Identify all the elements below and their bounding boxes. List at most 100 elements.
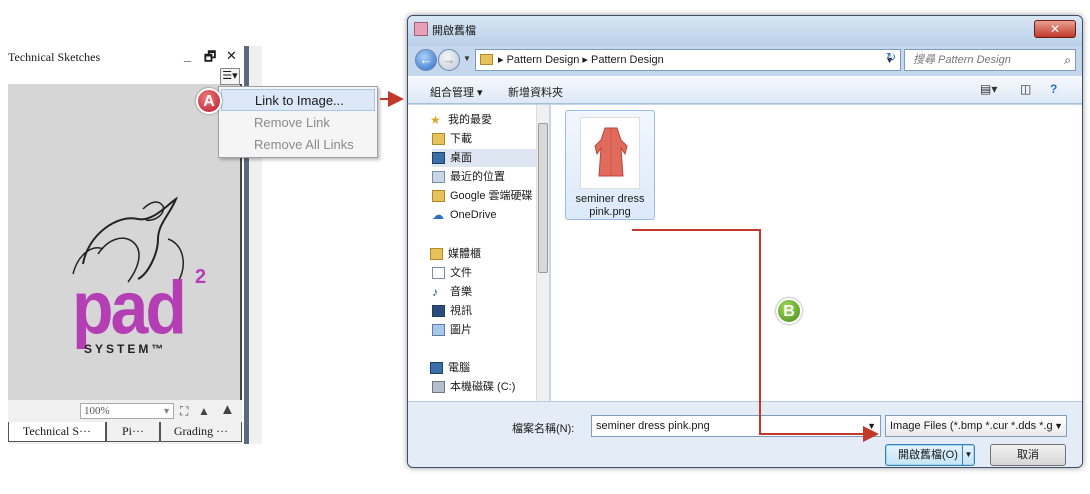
tab-technical-sketches[interactable]: Technical S··· [8, 422, 106, 442]
logo-superscript: 2 [195, 266, 207, 288]
open-button[interactable]: 開啟舊檔(O) ▼ [885, 444, 975, 466]
menu-item-remove-link: Remove Link [254, 115, 330, 130]
dialog-titlebar[interactable]: 開啟舊檔 ✕ [408, 16, 1082, 46]
nav-label: 視訊 [450, 305, 472, 317]
desktop-icon [432, 152, 445, 164]
dress-thumbnail-icon [580, 117, 640, 189]
zoom-combo[interactable]: 100% ▼ [80, 403, 174, 419]
nav-label: 最近的位置 [450, 171, 505, 183]
address-row: ← → ▼ ▸ Pattern Design ▸ Pattern Design … [408, 46, 1082, 74]
nav-local-disk[interactable]: 本機磁碟 (C:) [432, 378, 515, 396]
filename-label: 檔案名稱(N): [512, 423, 575, 435]
menu-item-link-to-image[interactable]: Link to Image... [221, 89, 375, 111]
breadcrumb-item[interactable]: Pattern Design [591, 54, 664, 66]
search-input[interactable]: 搜尋 Pattern Design ⌕ [904, 49, 1076, 71]
tab-grading[interactable]: Grading ··· [160, 422, 242, 442]
chevron-down-icon[interactable]: ▼ [162, 404, 171, 418]
nav-favorites[interactable]: ★ 我的最愛 [430, 111, 492, 129]
nav-onedrive[interactable]: ☁ OneDrive [432, 206, 496, 224]
zoom-in-icon[interactable]: ▲ [220, 401, 235, 418]
nav-label: 文件 [450, 267, 472, 279]
chevron-down-icon[interactable]: ▼ [1052, 416, 1063, 436]
hard-drive-icon [432, 381, 445, 393]
nav-downloads[interactable]: 下載 [432, 130, 472, 148]
cloud-icon: ☁ [432, 208, 444, 222]
file-type-value: Image Files (*.bmp *.cur *.dds *.g [890, 420, 1053, 432]
nav-label: Google 雲端硬碟 [450, 190, 533, 202]
dialog-toolbar: 組合管理 ▾ 新增資料夾 ▤▾ ◫ ? [408, 76, 1082, 104]
document-icon [432, 267, 445, 279]
libraries-icon [430, 248, 443, 260]
sketch-canvas[interactable]: pad 2 SYSTEM™ [8, 84, 242, 444]
filename-value: seminer dress pink.png [596, 420, 710, 432]
help-icon[interactable]: ? [1050, 82, 1057, 96]
nav-pictures[interactable]: 圖片 [432, 321, 472, 339]
nav-desktop[interactable]: 桌面 [432, 149, 536, 167]
nav-label: 本機磁碟 (C:) [450, 381, 516, 393]
chevron-down-icon[interactable]: ▼ [867, 416, 876, 436]
cancel-button[interactable]: 取消 [990, 444, 1066, 466]
file-list[interactable]: seminer dress pink.png [551, 105, 1082, 401]
chevron-down-icon[interactable]: ▼ [962, 445, 974, 465]
music-icon: ♪ [432, 285, 438, 299]
preview-pane-icon[interactable]: ◫ [1020, 82, 1031, 96]
nav-google-drive[interactable]: Google 雲端硬碟 [432, 187, 533, 205]
recent-places-icon [432, 171, 445, 183]
breadcrumb-item[interactable]: Pattern Design [507, 54, 580, 66]
view-options-icon[interactable]: ▤▾ [980, 82, 997, 96]
nav-scrollbar[interactable] [536, 105, 549, 401]
file-name-label: seminer dress pink.png [566, 193, 654, 219]
file-name-line: seminer dress [575, 193, 645, 205]
logo-system-text: SYSTEM™ [84, 342, 167, 356]
forward-arrow-icon[interactable]: → [438, 49, 460, 71]
zoom-out-icon[interactable]: ▲ [198, 404, 210, 418]
nav-label: 圖片 [450, 324, 472, 336]
address-bar[interactable]: ▸ Pattern Design ▸ Pattern Design ▼ [475, 49, 901, 71]
pad-system-logo: pad 2 SYSTEM™ [58, 194, 208, 364]
nav-computer[interactable]: 電腦 [430, 359, 470, 377]
nav-label: 音樂 [450, 286, 472, 298]
file-type-select[interactable]: Image Files (*.bmp *.cur *.dds *.g ▼ [885, 415, 1067, 437]
dress-icon [594, 127, 628, 177]
close-button[interactable]: ✕ [226, 48, 237, 64]
scrollbar-thumb[interactable] [538, 123, 548, 273]
breadcrumb-separator-icon: ▸ [582, 54, 591, 66]
minimize-button[interactable]: _ [184, 48, 191, 63]
search-icon[interactable]: ⌕ [1064, 50, 1071, 70]
refresh-icon[interactable]: ↻ [882, 50, 900, 68]
computer-icon [430, 362, 443, 374]
recent-locations-chevron-icon[interactable]: ▼ [463, 54, 471, 63]
nav-music[interactable]: ♪ 音樂 [432, 283, 472, 301]
step-badge-a: A [196, 88, 222, 114]
nav-recent-places[interactable]: 最近的位置 [432, 168, 505, 186]
restore-button[interactable]: 🗗 [204, 48, 216, 70]
navigation-pane: ★ 我的最愛 下載 桌面 最近的位置 Google 雲端硬碟 ☁ OneDriv… [408, 105, 550, 401]
dialog-footer: 檔案名稱(N): seminer dress pink.png ▼ Image … [408, 401, 1082, 467]
nav-videos[interactable]: 視訊 [432, 302, 472, 320]
logo-pad-text: pad [72, 266, 187, 350]
dialog-close-button[interactable]: ✕ [1034, 20, 1076, 38]
nav-label: 電腦 [448, 362, 470, 374]
new-folder-button[interactable]: 新增資料夾 [508, 84, 563, 100]
fit-to-window-icon[interactable]: ⛶ [180, 404, 188, 419]
organize-button[interactable]: 組合管理 ▾ [430, 84, 483, 100]
google-drive-folder-icon [432, 190, 445, 202]
zoom-bar: 100% ▼ ⛶ ▲ ▲ [8, 400, 242, 422]
folder-icon [480, 54, 493, 65]
nav-label: 媒體櫃 [448, 248, 481, 260]
sketch-menu-button[interactable]: ☰▾ [220, 68, 240, 85]
nav-label: 下載 [450, 133, 472, 145]
nav-libraries[interactable]: 媒體櫃 [430, 245, 481, 263]
app-icon [414, 22, 428, 36]
open-file-dialog: 開啟舊檔 ✕ ← → ▼ ▸ Pattern Design ▸ Pattern … [407, 15, 1083, 468]
tab-pieces[interactable]: Pi··· [106, 422, 160, 442]
back-arrow-icon[interactable]: ← [415, 49, 437, 71]
video-icon [432, 305, 445, 317]
search-placeholder: 搜尋 Pattern Design [913, 54, 1011, 66]
file-name-line: pink.png [589, 206, 631, 218]
file-item[interactable]: seminer dress pink.png [565, 110, 655, 220]
nav-documents[interactable]: 文件 [432, 264, 472, 282]
open-button-label: 開啟舊檔(O) [898, 449, 958, 461]
panel-tabs: Technical S··· Pi··· Grading ··· [8, 422, 242, 444]
filename-input[interactable]: seminer dress pink.png ▼ [591, 415, 881, 437]
